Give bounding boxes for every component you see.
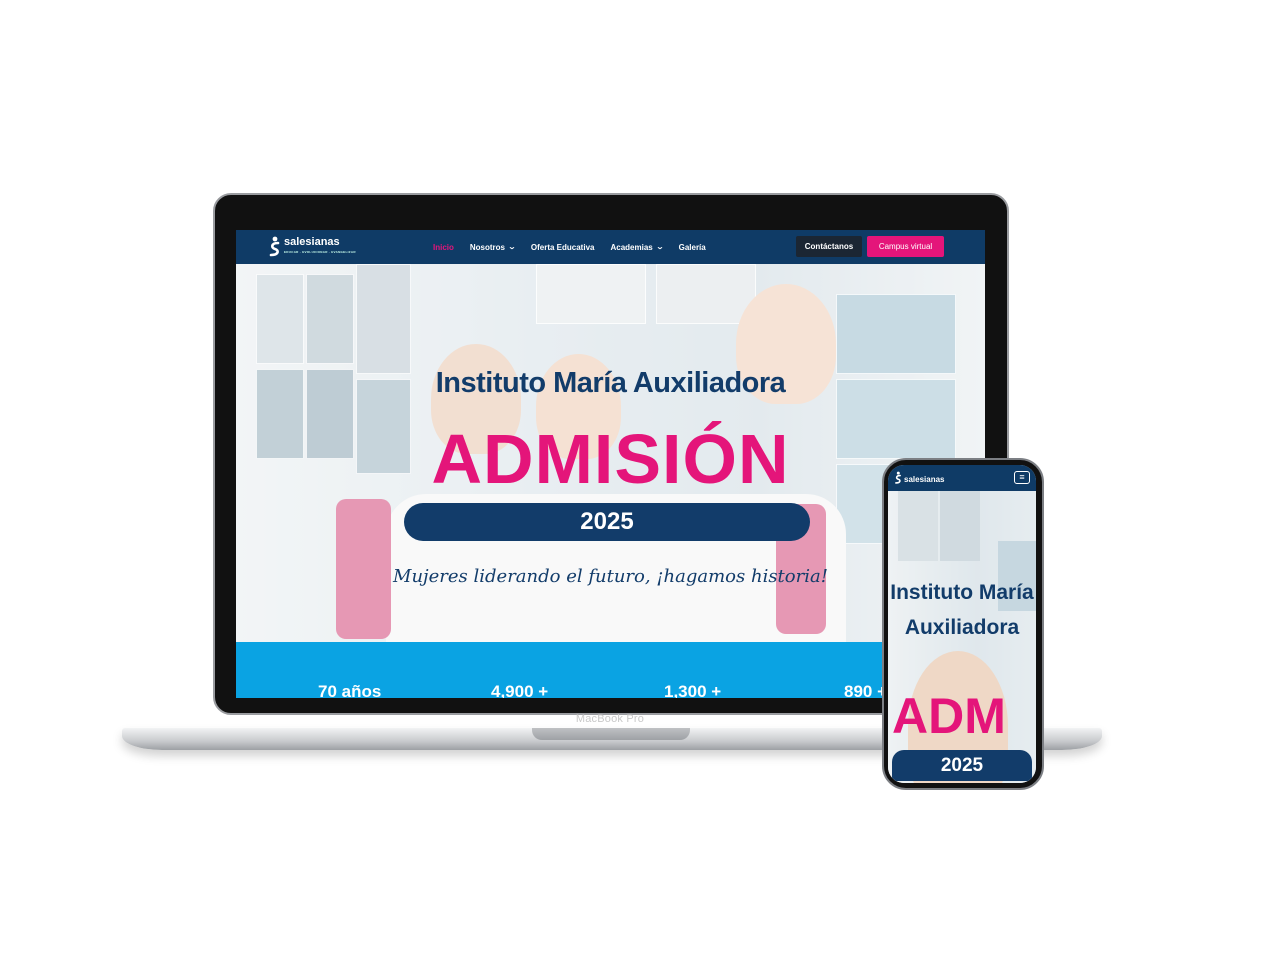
nav-academias-label: Academias	[610, 242, 653, 252]
nav-nosotros-label: Nosotros	[469, 242, 506, 252]
nav-academias[interactable]: Academias ⌄	[610, 242, 664, 252]
hero-banner: Instituto María Auxiliadora ADMISIÓN 202…	[236, 264, 985, 642]
phone-hero-headline: ADM	[892, 688, 1006, 744]
main-menu: Inicio Nosotros ⌄ Oferta Educativa Acade…	[433, 230, 706, 264]
phone-screen: salesianas ≡ Instituto María Auxiliadora…	[888, 465, 1036, 783]
laptop-notch	[532, 728, 690, 740]
stat-graduates: 1,300 +	[664, 682, 722, 698]
nav-oferta-educativa[interactable]: Oferta Educativa	[531, 243, 595, 252]
nav-inicio[interactable]: Inicio	[433, 243, 454, 252]
phone-hero-title: Instituto María Auxiliadora	[890, 581, 1034, 639]
stat-families: 890 +	[844, 682, 888, 698]
site-header: salesianas EDUCAR · EVOLUCIONAR · EVANGE…	[236, 230, 985, 264]
hero-slogan: Mujeres liderando el futuro, ¡hagamos hi…	[393, 566, 828, 587]
hero-title: Instituto María Auxiliadora	[435, 367, 786, 399]
phone-logo-text: salesianas	[904, 474, 945, 484]
nav-galeria-label: Galería	[678, 242, 706, 252]
laptop-screen: salesianas EDUCAR · EVOLUCIONAR · EVANGE…	[236, 230, 985, 698]
laptop-model-label: MacBook Pro	[575, 713, 645, 725]
hamburger-icon[interactable]: ≡	[1014, 471, 1030, 484]
site-logo[interactable]: salesianas EDUCAR · EVOLUCIONAR · EVANGE…	[268, 236, 356, 258]
campus-virtual-button[interactable]: Campus virtual	[867, 236, 944, 257]
nav-nosotros[interactable]: Nosotros ⌄	[469, 242, 517, 252]
stats-bar: 70 años 4,900 + 1,300 + 890 +	[236, 642, 985, 698]
hero-year: 2025	[580, 508, 634, 535]
phone-year-badge: 2025	[892, 750, 1032, 781]
hero-headline: ADMISIÓN	[431, 420, 790, 498]
hero-year-badge: 2025	[404, 503, 810, 541]
contact-button[interactable]: Contáctanos	[796, 236, 862, 257]
salesianas-logo-icon	[268, 236, 281, 258]
phone-header: salesianas ≡	[888, 465, 1036, 491]
chevron-down-icon: ⌄	[507, 244, 517, 251]
stat-students: 4,900 +	[491, 682, 549, 698]
salesianas-logo-icon	[894, 471, 902, 487]
phone-logo[interactable]: salesianas	[894, 471, 944, 487]
phone-hero-year: 2025	[940, 754, 984, 776]
stat-years: 70 años	[318, 682, 382, 698]
nav-galeria[interactable]: Galería	[679, 243, 706, 252]
nav-oferta-label: Oferta Educativa	[530, 242, 595, 252]
chevron-down-icon: ⌄	[655, 244, 664, 251]
logo-subtext: EDUCAR · EVOLUCIONAR · EVANGELIZAR	[284, 250, 356, 254]
nav-inicio-label: Inicio	[433, 242, 454, 252]
